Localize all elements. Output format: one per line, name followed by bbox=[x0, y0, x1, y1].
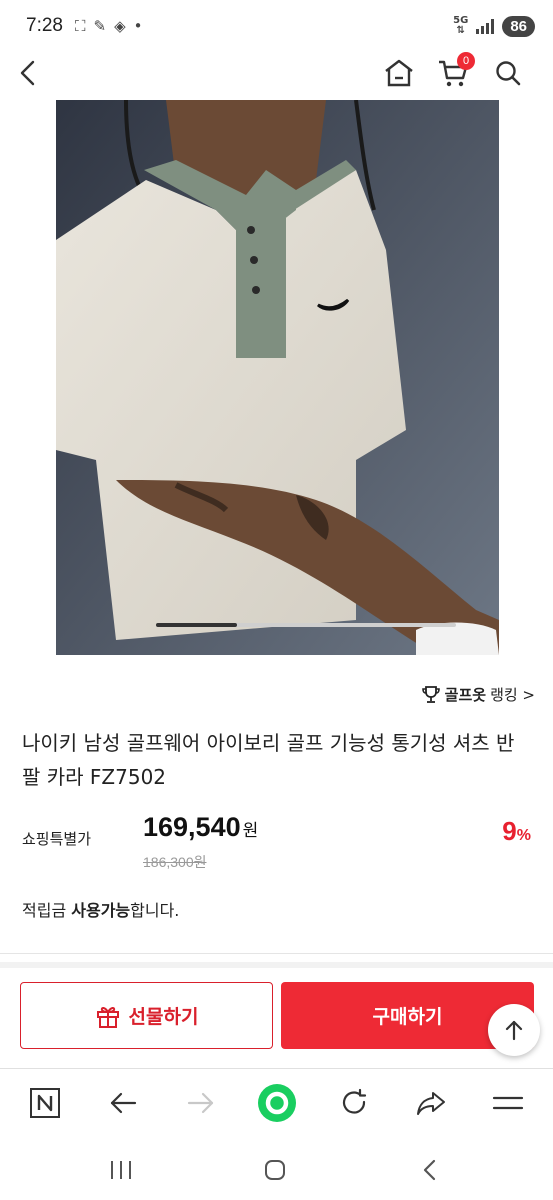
refresh-button[interactable] bbox=[336, 1085, 372, 1121]
product-image[interactable] bbox=[56, 100, 499, 655]
home-nav-button[interactable] bbox=[260, 1156, 290, 1184]
scroll-top-button[interactable] bbox=[488, 1004, 540, 1056]
discount-rate: 9% bbox=[502, 816, 531, 847]
home-button[interactable] bbox=[383, 58, 415, 88]
dot-icon: • bbox=[133, 17, 143, 35]
browser-back-button[interactable] bbox=[105, 1085, 141, 1121]
ranking-text: 랭킹 > bbox=[490, 686, 535, 704]
arrow-left-icon bbox=[110, 1092, 137, 1114]
gift-icon bbox=[96, 1006, 119, 1028]
sale-price: 169,540 원 bbox=[143, 812, 258, 843]
arrow-right-icon bbox=[187, 1092, 214, 1114]
search-icon bbox=[496, 61, 521, 86]
home-icon bbox=[385, 59, 413, 87]
green-dot-icon bbox=[258, 1084, 296, 1122]
discount-number: 9 bbox=[502, 816, 517, 846]
points-prefix: 적립금 bbox=[22, 901, 72, 920]
network-indicator: 5G ⇅ bbox=[453, 16, 468, 36]
search-button[interactable] bbox=[493, 58, 523, 88]
pill-icon: ◈ bbox=[114, 17, 126, 35]
naver-button[interactable] bbox=[27, 1085, 63, 1121]
ranking-link[interactable]: 골프옷 랭킹 > bbox=[421, 684, 535, 705]
menu-button[interactable] bbox=[490, 1085, 526, 1121]
back-button[interactable] bbox=[14, 58, 44, 88]
discount-unit: % bbox=[516, 827, 531, 844]
section-separator bbox=[0, 962, 553, 968]
image-carousel-indicator bbox=[156, 623, 456, 627]
home-circle-icon bbox=[265, 1160, 285, 1180]
original-price: 186,300원 bbox=[143, 854, 207, 870]
share-icon bbox=[417, 1092, 445, 1115]
back-nav-button[interactable] bbox=[415, 1156, 445, 1184]
back-icon bbox=[20, 60, 35, 86]
buy-button-label: 구매하기 bbox=[372, 1006, 443, 1028]
trophy-icon bbox=[421, 685, 440, 703]
gift-button[interactable]: 선물하기 bbox=[20, 982, 273, 1049]
recents-icon bbox=[111, 1161, 131, 1179]
product-title: 나이키 남성 골프웨어 아이보리 골프 기능성 통기성 셔츠 반팔 카라 FZ7… bbox=[22, 731, 515, 789]
price-label: 쇼핑특별가 bbox=[22, 830, 92, 848]
sale-price-unit: 원 bbox=[242, 821, 259, 841]
ranking-brand: 골프옷 bbox=[444, 686, 487, 704]
arrow-up-icon bbox=[505, 1020, 523, 1041]
feather-icon: ✎ bbox=[93, 17, 107, 35]
data-arrows-icon: ⇅ bbox=[456, 25, 465, 36]
menu-icon bbox=[492, 1096, 524, 1110]
refresh-icon bbox=[342, 1088, 367, 1114]
points-suffix: 합니다. bbox=[130, 901, 180, 920]
android-nav-bar bbox=[0, 1138, 553, 1200]
browser-toolbar bbox=[0, 1068, 553, 1138]
points-info: 적립금 사용가능합니다. bbox=[22, 897, 179, 921]
product-photo bbox=[56, 100, 499, 655]
share-button[interactable] bbox=[413, 1085, 449, 1121]
status-notification-icons: ⛶ ✎ ◈ • bbox=[75, 17, 143, 35]
status-time: 7:28 bbox=[26, 15, 63, 36]
nav-back-icon bbox=[423, 1159, 436, 1181]
app-header: 0 bbox=[0, 52, 553, 98]
browser-forward-button[interactable] bbox=[183, 1085, 219, 1121]
battery-indicator: 86 bbox=[502, 15, 535, 37]
cart-count-badge: 0 bbox=[457, 52, 475, 70]
status-bar: 7:28 ⛶ ✎ ◈ • 5G ⇅ 86 bbox=[0, 0, 553, 52]
points-bold: 사용가능 bbox=[71, 901, 131, 920]
gift-button-label: 선물하기 bbox=[128, 1006, 199, 1028]
naver-icon bbox=[30, 1088, 60, 1118]
screenshot-icon: ⛶ bbox=[74, 17, 86, 35]
signal-icon bbox=[476, 18, 495, 34]
recents-button[interactable] bbox=[106, 1156, 136, 1184]
status-system-icons: 5G ⇅ 86 bbox=[453, 15, 535, 37]
sale-price-number: 169,540 bbox=[143, 812, 241, 842]
green-dot-button[interactable] bbox=[256, 1082, 298, 1124]
image-carousel-position bbox=[156, 623, 237, 627]
divider bbox=[0, 953, 553, 954]
